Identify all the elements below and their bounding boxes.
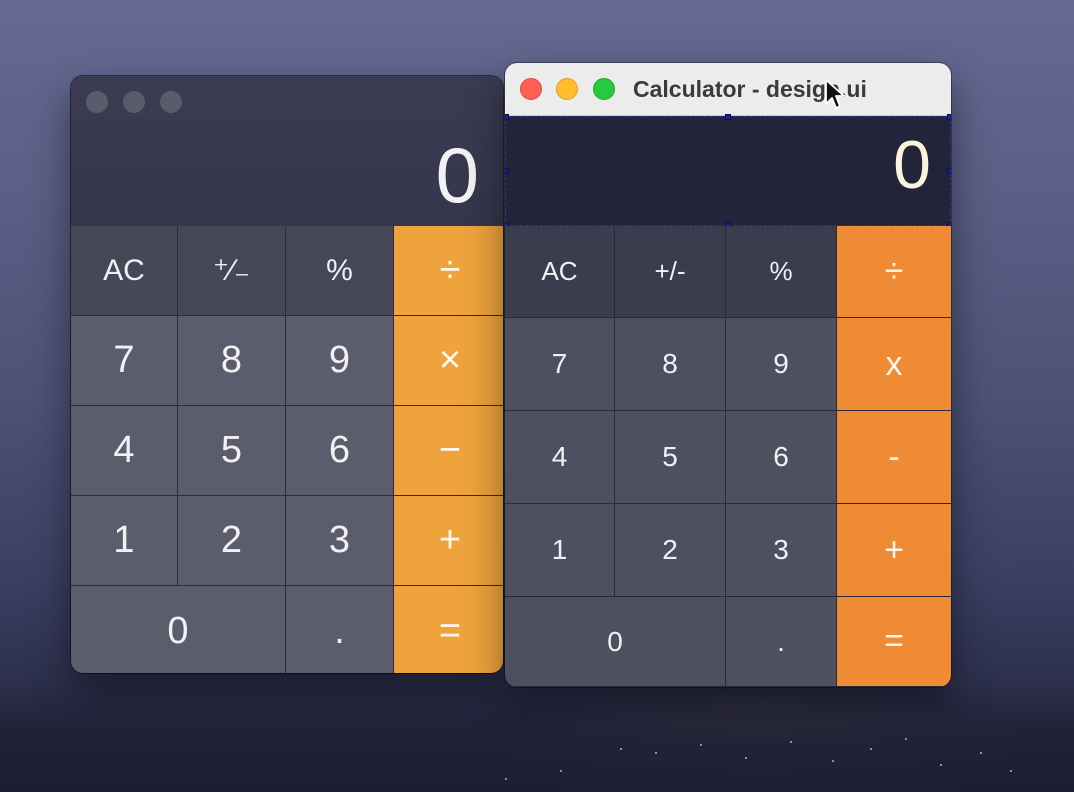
mouse-pointer-icon: [825, 79, 845, 109]
add-button[interactable]: +: [394, 496, 503, 585]
minimize-icon[interactable]: [123, 91, 145, 113]
display-selection[interactable]: [505, 114, 951, 228]
wallpaper-hills: [0, 682, 1074, 792]
zoom-icon[interactable]: [593, 78, 615, 100]
clear-button[interactable]: AC: [71, 226, 177, 315]
multiply-button[interactable]: ×: [394, 316, 503, 405]
calculator-display: 0: [435, 131, 479, 219]
resize-handle[interactable]: [505, 168, 509, 174]
digit-9-button[interactable]: 9: [286, 316, 393, 405]
equals-button[interactable]: =: [837, 597, 951, 687]
decimal-button[interactable]: .: [726, 597, 837, 687]
digit-1-button[interactable]: 1: [505, 504, 615, 597]
digit-2-button[interactable]: 2: [615, 504, 726, 597]
divide-button[interactable]: ÷: [837, 226, 951, 318]
divide-button[interactable]: ÷: [394, 226, 503, 315]
digit-6-button[interactable]: 6: [726, 411, 837, 504]
subtract-button[interactable]: -: [837, 411, 951, 504]
digit-2-button[interactable]: 2: [178, 496, 285, 585]
clear-button[interactable]: AC: [505, 226, 615, 318]
minimize-icon[interactable]: [556, 78, 578, 100]
digit-8-button[interactable]: 8: [178, 316, 285, 405]
digit-1-button[interactable]: 1: [71, 496, 177, 585]
resize-handle[interactable]: [505, 114, 509, 120]
digit-7-button[interactable]: 7: [71, 316, 177, 405]
sign-toggle-button[interactable]: ⁺∕₋: [178, 226, 285, 315]
close-icon[interactable]: [520, 78, 542, 100]
digit-3-button[interactable]: 3: [726, 504, 837, 597]
percent-button[interactable]: %: [286, 226, 393, 315]
digit-5-button[interactable]: 5: [615, 411, 726, 504]
subtract-button[interactable]: −: [394, 406, 503, 495]
resize-handle[interactable]: [725, 114, 731, 120]
digit-4-button[interactable]: 4: [505, 411, 615, 504]
digit-8-button[interactable]: 8: [615, 318, 726, 411]
percent-button[interactable]: %: [726, 226, 837, 318]
resize-handle[interactable]: [947, 168, 951, 174]
digit-6-button[interactable]: 6: [286, 406, 393, 495]
digit-9-button[interactable]: 9: [726, 318, 837, 411]
keypad: AC ⁺∕₋ % ÷ 7 8 9 × 4 5 6 − 1 2 3 + 0 . =: [71, 226, 503, 673]
close-icon[interactable]: [86, 91, 108, 113]
zoom-icon[interactable]: [160, 91, 182, 113]
resize-handle[interactable]: [947, 114, 951, 120]
digit-3-button[interactable]: 3: [286, 496, 393, 585]
digit-4-button[interactable]: 4: [71, 406, 177, 495]
digit-7-button[interactable]: 7: [505, 318, 615, 411]
sign-toggle-button[interactable]: +/-: [615, 226, 726, 318]
multiply-button[interactable]: x: [837, 318, 951, 411]
add-button[interactable]: +: [837, 504, 951, 597]
design-ui-calculator-window: Calculator - design.ui 0 AC +/- % ÷ 7 8 …: [505, 63, 951, 687]
window-titlebar[interactable]: Calculator - design.ui: [505, 63, 951, 116]
digit-5-button[interactable]: 5: [178, 406, 285, 495]
digit-0-button[interactable]: 0: [71, 586, 285, 673]
keypad: AC +/- % ÷ 7 8 9 x 4 5 6 - 1 2 3 + 0 . =: [505, 226, 951, 687]
native-calculator-window: 0 AC ⁺∕₋ % ÷ 7 8 9 × 4 5 6 − 1 2 3 + 0 .…: [71, 76, 503, 673]
decimal-button[interactable]: .: [286, 586, 393, 673]
equals-button[interactable]: =: [394, 586, 503, 673]
digit-0-button[interactable]: 0: [505, 597, 726, 687]
calculator-display: 0: [893, 127, 931, 203]
